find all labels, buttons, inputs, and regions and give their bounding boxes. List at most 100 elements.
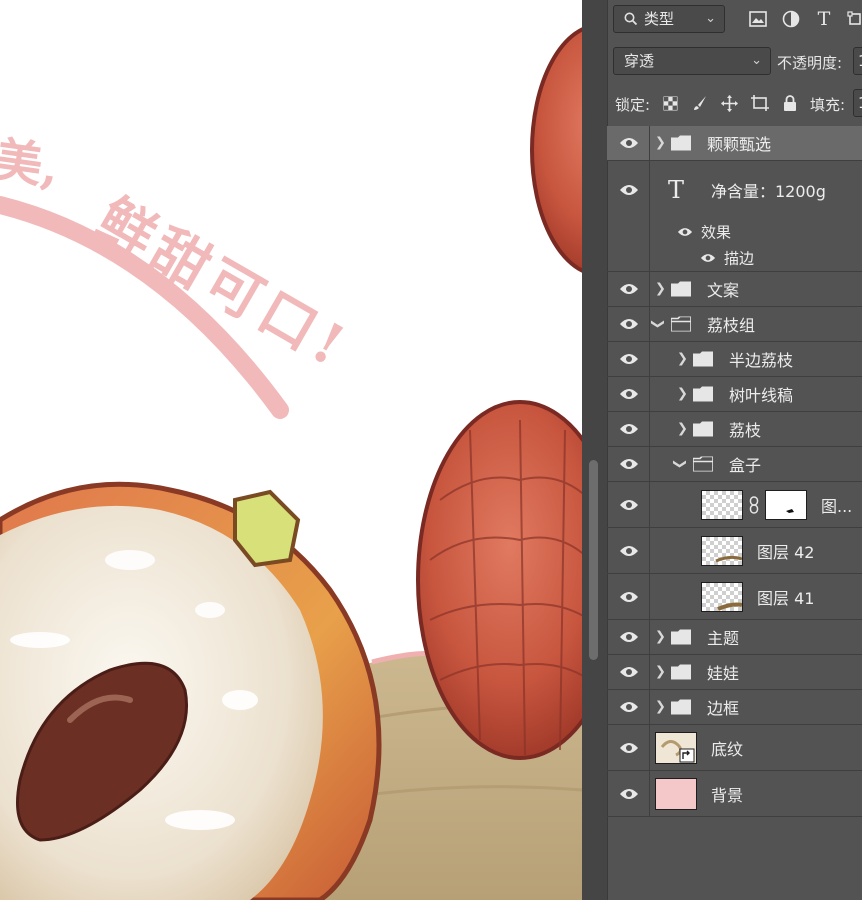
layer-name: 主题 [707,629,740,648]
layer-row-masked[interactable]: 图... [607,482,862,528]
chevron-right-icon[interactable]: ❯ [655,700,666,715]
visibility-eye-icon[interactable] [619,282,639,296]
layer-name: 颗颗甄选 [707,135,772,154]
visibility-eye-icon[interactable] [619,136,639,150]
folder-icon [671,281,691,297]
visibility-eye-icon[interactable] [619,183,639,197]
visibility-eye-icon[interactable] [619,317,639,331]
folder-icon [671,699,691,715]
opacity-field[interactable]: 1 [853,47,862,75]
visibility-eye-icon[interactable] [619,498,639,512]
lock-label: 锁定: [615,96,651,114]
panel-scrollbar[interactable] [582,0,608,900]
layer-name: 荔枝 [729,421,762,440]
stroke-effect-label: 描边 [724,249,755,268]
layer-name: 文案 [707,281,740,300]
layer-row-group[interactable]: ❯ 荔枝 [607,412,862,447]
chevron-right-icon[interactable]: ❯ [677,352,688,367]
chevron-right-icon[interactable]: ❯ [655,282,666,297]
layer-row-group[interactable]: ❯ 颗颗甄选 [607,126,862,161]
visibility-eye-icon[interactable] [619,700,639,714]
opacity-label: 不透明度: [777,54,843,72]
layer-thumbnail[interactable] [701,535,743,566]
layer-row-group[interactable]: ❯ 文案 [607,272,862,307]
link-chain-icon[interactable] [749,496,759,514]
layer-row-group[interactable]: ❯ 树叶线稿 [607,377,862,412]
image-filter-icon[interactable] [747,8,769,30]
layer-thumbnail[interactable] [701,581,743,612]
search-icon [624,12,638,26]
visibility-eye-icon[interactable] [619,630,639,644]
layer-name: 盒子 [729,456,762,475]
layer-thumbnail[interactable] [701,489,743,520]
effects-visibility-eye-icon[interactable] [677,227,693,238]
filter-kind-dropdown[interactable]: 类型 ⌄ [613,5,725,33]
folder-icon [693,386,713,402]
chevron-down-icon: ⌄ [705,11,716,26]
layer-row-group[interactable]: ❯ 娃娃 [607,655,862,690]
fill-field[interactable]: 1 [853,89,862,117]
lock-position-icon[interactable] [718,92,740,114]
document-canvas[interactable]: 美, 鲜甜可口! [0,0,582,900]
chevron-down-icon[interactable]: ❯ [672,459,687,470]
chevron-down-icon[interactable]: ❯ [650,319,665,330]
visibility-eye-icon[interactable] [619,457,639,471]
visibility-eye-icon[interactable] [619,741,639,755]
layer-row-group[interactable]: ❯ 半边荔枝 [607,342,862,377]
layer-row-pixel[interactable]: 图层 41 [607,574,862,620]
blend-mode-dropdown[interactable]: 穿透 ⌄ [613,47,771,75]
lychee-stem [233,489,301,568]
chevron-right-icon[interactable]: ❯ [655,136,666,151]
opacity-value: 1 [858,52,862,70]
chevron-right-icon[interactable]: ❯ [677,422,688,437]
layer-effects-header[interactable]: 效果 [607,219,862,245]
scrollbar-thumb[interactable] [589,460,598,660]
chevron-right-icon[interactable]: ❯ [677,387,688,402]
layer-row-group[interactable]: ❯ 边框 [607,690,862,725]
artwork [0,27,582,900]
layer-row-group[interactable]: ❯ 盒子 [607,447,862,482]
visibility-eye-icon[interactable] [619,387,639,401]
folder-icon [693,351,713,367]
layer-name: 背景 [711,785,744,805]
layer-row-group[interactable]: ❯ 荔枝组 [607,307,862,342]
blend-mode-value: 穿透 [624,52,655,70]
layer-name: 娃娃 [707,664,740,683]
layer-effect-stroke[interactable]: 描边 [607,245,862,272]
stroke-visibility-eye-icon[interactable] [700,253,716,264]
layer-name: 树叶线稿 [729,386,794,405]
visibility-eye-icon[interactable] [619,590,639,604]
fill-value: 1 [858,94,862,112]
filter-kind-label: 类型 [644,10,675,28]
text-layer-icon: T [668,176,685,204]
type-filter-icon[interactable]: T [813,8,835,30]
lock-artboard-icon[interactable] [749,92,771,114]
layer-thumbnail[interactable] [655,731,697,764]
layer-mask-thumbnail[interactable] [765,489,807,520]
shape-filter-icon[interactable] [844,8,862,30]
layer-row-text[interactable]: T 净含量：1200g [607,161,862,219]
visibility-eye-icon[interactable] [619,665,639,679]
layer-row-background[interactable]: 背景 [607,771,862,817]
chevron-right-icon[interactable]: ❯ [655,665,666,680]
visibility-eye-icon[interactable] [619,544,639,558]
folder-icon [671,664,691,680]
lock-all-icon[interactable] [779,92,801,114]
visibility-eye-icon[interactable] [619,352,639,366]
layer-row-smart-object[interactable]: 底纹 [607,725,862,771]
visibility-eye-icon[interactable] [619,422,639,436]
layer-thumbnail[interactable] [655,777,697,810]
folder-icon [671,629,691,645]
layer-row-pixel[interactable]: 图层 42 [607,528,862,574]
slogan-text-1: 美, [0,131,63,197]
layer-row-group[interactable]: ❯ 主题 [607,620,862,655]
lock-transparent-pixels-icon[interactable] [659,92,681,114]
visibility-eye-icon[interactable] [619,787,639,801]
adjustment-filter-icon[interactable] [780,8,802,30]
layer-name: 图层 42 [757,542,815,562]
layer-name: 半边荔枝 [729,351,794,370]
layer-name: 底纹 [711,739,744,759]
lock-image-pixels-icon[interactable] [689,92,711,114]
chevron-right-icon[interactable]: ❯ [655,630,666,645]
layers-list: ❯ 颗颗甄选 T 净含量：1200g 效果 描边 ❯ 文案 ❯ 荔枝组 ❯ 半边… [607,126,862,817]
